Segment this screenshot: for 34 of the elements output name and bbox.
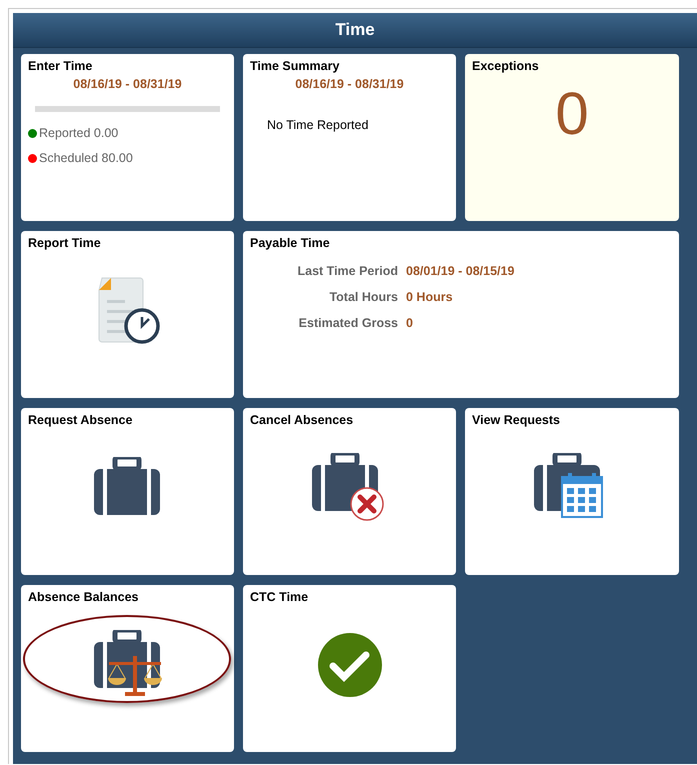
tile-title: Request Absence [28,413,132,427]
panel-title: Time [335,20,375,40]
payable-value: 0 [406,316,413,330]
tile[interactable]: Payable Time Last Time Period 08/01/19 - 08/15/19 Total Hours 0 Hours Estimated Gross 0 [243,231,679,398]
tile-title: Absence Balances [28,590,138,604]
tile[interactable]: Enter Time 08/16/19 - 08/31/19 Reported 0.00 Scheduled 80.00 [21,54,234,221]
tile-title: Payable Time [250,236,330,250]
legend-label: Scheduled 80.00 [39,151,133,165]
tile[interactable]: Absence Balances [21,585,234,752]
payable-label: Estimated Gross [298,316,398,330]
payable-label: Last Time Period [298,264,398,278]
pay-period: 08/16/19 - 08/31/19 [73,77,182,91]
payable-label: Total Hours [329,290,398,304]
tile-title: CTC Time [250,590,308,604]
tile[interactable]: View Requests [465,408,679,575]
pay-period: 08/16/19 - 08/31/19 [295,77,404,91]
tile[interactable]: Request Absence [21,408,234,575]
tile[interactable]: Time Summary 08/16/19 - 08/31/19 No Time Reported [243,54,456,221]
tile[interactable]: Cancel Absences [243,408,456,575]
tile[interactable]: Exceptions 0 [465,54,679,221]
tile-title: Report Time [28,236,101,250]
tile-title: Cancel Absences [250,413,354,427]
exception-count: 0 [555,79,589,148]
tile-title: View Requests [472,413,560,427]
legend-label: Reported 0.00 [39,126,118,140]
tile-title: Enter Time [28,59,92,73]
tile[interactable]: Report Time [21,231,234,398]
check-circle-icon [316,632,382,698]
tile-title: Exceptions [472,59,539,73]
tile-title: Time Summary [250,59,340,73]
summary-message: No Time Reported [267,118,368,132]
payable-value: 08/01/19 - 08/15/19 [406,264,514,278]
payable-value: 0 Hours [406,290,453,304]
tile[interactable]: CTC Time [243,585,456,752]
